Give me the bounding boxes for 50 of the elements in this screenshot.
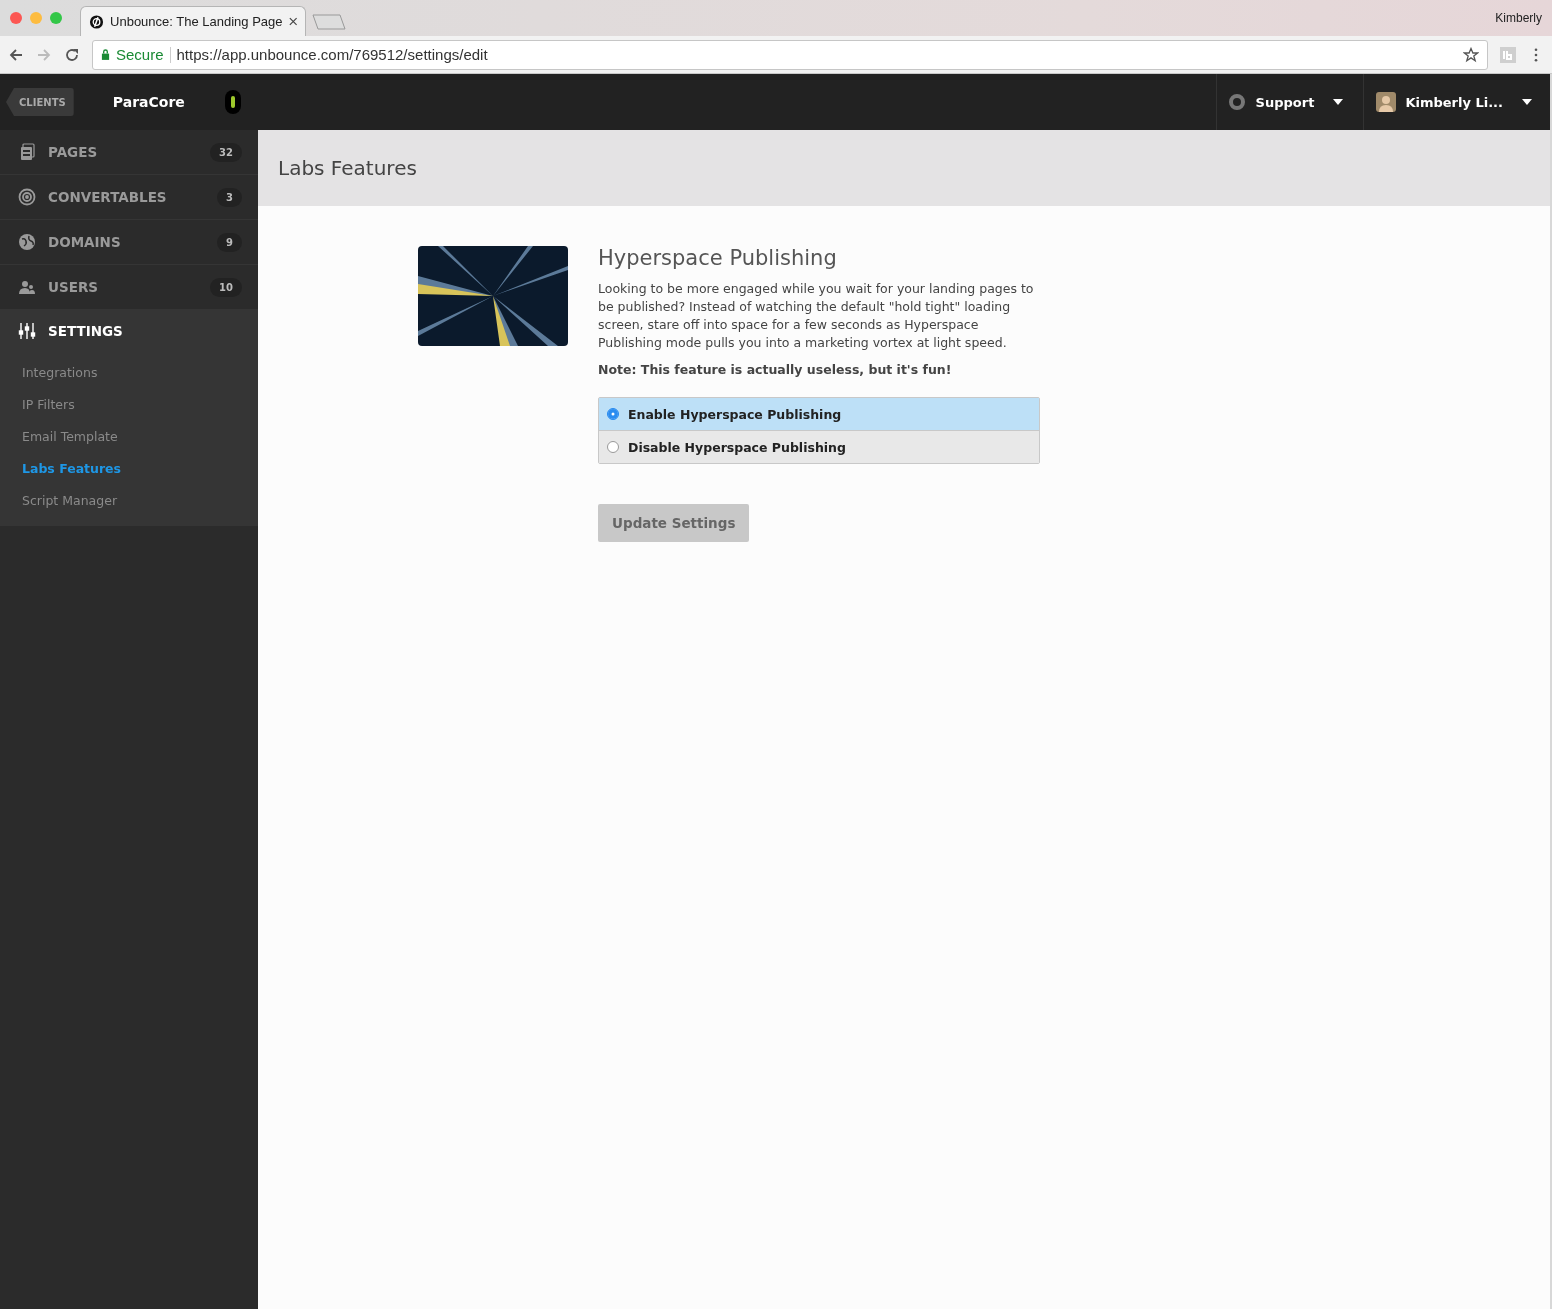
sidebar-item[interactable]: CONVERTABLES 3 bbox=[0, 175, 258, 220]
profile-name[interactable]: Kimberly bbox=[1495, 11, 1542, 25]
feature-description: Looking to be more engaged while you wait for your landing pages to be published? Instead of watching the default "hold tight" loading screen, stare off into space for a few seconds as Hyperspace Publishing mode pulls you into a marketing vortex at light speed. bbox=[598, 280, 1035, 352]
caret-icon bbox=[1333, 99, 1344, 105]
target-icon bbox=[18, 188, 36, 206]
close-tab-icon[interactable] bbox=[288, 17, 297, 26]
radio-button[interactable] bbox=[607, 441, 619, 453]
count-badge: 3 bbox=[217, 187, 242, 207]
forward-icon[interactable] bbox=[36, 46, 52, 63]
sidebar-item[interactable]: PAGES 32 bbox=[0, 130, 258, 175]
bookmark-star-icon[interactable] bbox=[1463, 46, 1479, 63]
site-logo-icon bbox=[89, 13, 105, 30]
url-text: https://app.unbounce.com/769512/settings/edit bbox=[176, 46, 489, 63]
count-badge: 32 bbox=[210, 142, 242, 162]
menu-icon[interactable] bbox=[1534, 47, 1538, 62]
sidebar-subitem[interactable]: Email Template bbox=[0, 420, 258, 452]
globe-icon bbox=[18, 233, 36, 251]
browser-tab[interactable]: Unbounce: The Landing Page bbox=[80, 6, 306, 36]
sidebar-subitem[interactable]: Labs Features bbox=[0, 452, 258, 484]
extension-icon[interactable] bbox=[1500, 46, 1516, 63]
document-icon bbox=[18, 143, 36, 161]
radio-option[interactable]: Disable Hyperspace Publishing bbox=[599, 430, 1039, 463]
radio-option[interactable]: Enable Hyperspace Publishing bbox=[599, 398, 1039, 430]
caret-icon bbox=[1522, 99, 1532, 105]
sidebar-subitem[interactable]: Integrations bbox=[0, 356, 258, 388]
new-tab-icon[interactable] bbox=[312, 14, 346, 30]
sidebar-subitem[interactable]: Script Manager bbox=[0, 484, 258, 516]
client-name: ParaCore bbox=[111, 94, 186, 110]
sliders-icon bbox=[18, 322, 36, 340]
lock-icon bbox=[101, 49, 110, 60]
count-badge: 9 bbox=[217, 232, 242, 252]
back-icon[interactable] bbox=[8, 46, 24, 63]
lifebuoy-icon bbox=[1228, 94, 1245, 110]
radio-button[interactable] bbox=[607, 408, 619, 420]
status-indicator-icon bbox=[224, 89, 242, 115]
sidebar-subitem[interactable]: IP Filters bbox=[0, 388, 258, 420]
sidebar-item[interactable]: DOMAINS 9 bbox=[0, 220, 258, 265]
feature-note: Note: This feature is actually useless, but it's fun! bbox=[598, 362, 953, 377]
maximize-window-icon[interactable] bbox=[50, 12, 62, 24]
clients-button[interactable]: CLIENTS bbox=[6, 88, 74, 116]
sidebar-item[interactable]: SETTINGS bbox=[0, 310, 258, 352]
feature-title: Hyperspace Publishing bbox=[598, 246, 838, 270]
count-badge: 10 bbox=[210, 277, 242, 297]
close-window-icon[interactable] bbox=[10, 12, 22, 24]
users-icon bbox=[18, 278, 36, 296]
page-title: Labs Features bbox=[278, 156, 417, 180]
reload-icon[interactable] bbox=[64, 46, 80, 63]
address-bar[interactable]: Secure https://app.unbounce.com/769512/settings/edit bbox=[92, 39, 1488, 70]
avatar-icon bbox=[1376, 92, 1397, 112]
secure-label: Secure bbox=[116, 46, 164, 63]
